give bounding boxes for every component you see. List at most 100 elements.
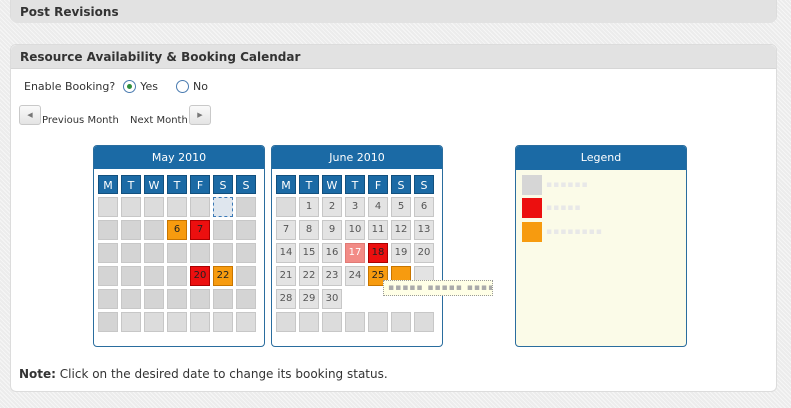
day-cell[interactable]: 16 (322, 243, 342, 263)
day-cell[interactable]: 11 (368, 220, 388, 240)
day-cell[interactable]: 19 (391, 243, 411, 263)
day-cell[interactable] (236, 197, 256, 217)
day-cell[interactable]: 30 (322, 289, 342, 309)
enable-booking-yes-label[interactable]: Yes (140, 80, 158, 93)
weekday-tue: T (299, 175, 319, 194)
day-cell[interactable] (236, 243, 256, 263)
day-cell[interactable] (98, 220, 118, 240)
day-cell[interactable]: 20 (414, 243, 434, 263)
day-cell[interactable]: 14 (276, 243, 296, 263)
day-cell[interactable] (213, 243, 233, 263)
day-cell[interactable] (144, 266, 164, 286)
day-cell[interactable]: 9 (322, 220, 342, 240)
day-cell[interactable] (322, 312, 342, 332)
day-cell[interactable]: 21 (276, 266, 296, 286)
enable-booking-no-label[interactable]: No (193, 80, 208, 93)
enable-booking-yes-radio[interactable] (123, 79, 137, 93)
day-cell[interactable] (144, 243, 164, 263)
day-cell[interactable]: 22 (213, 266, 233, 286)
day-cell[interactable]: 4 (368, 197, 388, 217)
day-cell[interactable] (167, 243, 187, 263)
day-cell[interactable]: 8 (299, 220, 319, 240)
day-cell[interactable] (236, 220, 256, 240)
day-cell[interactable] (190, 312, 210, 332)
day-cell[interactable] (144, 197, 164, 217)
previous-month-button[interactable]: ◀ (19, 105, 41, 125)
day-cell[interactable] (236, 312, 256, 332)
calendar-month-title: June 2010 (272, 146, 442, 169)
day-cell[interactable] (144, 220, 164, 240)
day-cell[interactable] (167, 266, 187, 286)
day-cell[interactable] (121, 197, 141, 217)
day-cell[interactable]: 17 (345, 243, 365, 263)
day-cell[interactable] (98, 243, 118, 263)
day-cell[interactable] (121, 220, 141, 240)
day-cell[interactable] (414, 312, 434, 332)
day-cell[interactable] (167, 312, 187, 332)
legend-swatch-available (522, 175, 542, 195)
legend-label-booked: ▪▪▪▪▪ (546, 203, 582, 213)
day-cell[interactable] (121, 243, 141, 263)
day-cell[interactable]: 23 (322, 266, 342, 286)
weekday-wed: W (144, 175, 164, 194)
day-cell[interactable]: 24 (345, 266, 365, 286)
day-cell[interactable] (236, 289, 256, 309)
enable-booking-no-radio[interactable] (175, 79, 189, 93)
day-cell[interactable]: 3 (345, 197, 365, 217)
day-cell[interactable] (190, 243, 210, 263)
note-label: Note: (19, 367, 56, 381)
calendar-may-2010: May 2010 M T W T F S S 6 7 20 22 (93, 145, 265, 347)
day-cell[interactable] (144, 312, 164, 332)
day-cell[interactable]: 18 (368, 243, 388, 263)
day-cell[interactable] (345, 312, 365, 332)
day-cell[interactable] (144, 289, 164, 309)
day-cell[interactable]: 28 (276, 289, 296, 309)
day-cell[interactable] (98, 266, 118, 286)
day-cell[interactable]: 7 (190, 220, 210, 240)
day-cell[interactable]: 6 (167, 220, 187, 240)
day-cell[interactable]: 7 (276, 220, 296, 240)
day-cell[interactable] (299, 312, 319, 332)
day-cell[interactable]: 12 (391, 220, 411, 240)
weekday-header-row: M T W T F S S (276, 175, 438, 194)
booking-panel-title[interactable]: Resource Availability & Booking Calendar (11, 45, 776, 69)
day-cell[interactable] (190, 197, 210, 217)
day-cell[interactable] (213, 220, 233, 240)
calendar-month-title: May 2010 (94, 146, 264, 169)
weekday-thu: T (167, 175, 187, 194)
weekday-fri: F (368, 175, 388, 194)
day-cell[interactable] (213, 289, 233, 309)
day-cell[interactable] (167, 197, 187, 217)
day-cell[interactable]: 2 (322, 197, 342, 217)
day-cell[interactable]: 5 (391, 197, 411, 217)
next-month-button[interactable]: ▶ (189, 105, 211, 125)
day-cell[interactable]: 15 (299, 243, 319, 263)
day-cell[interactable] (213, 312, 233, 332)
day-cell[interactable]: 22 (299, 266, 319, 286)
day-cell[interactable] (368, 312, 388, 332)
day-cell[interactable]: 13 (414, 220, 434, 240)
day-cell[interactable] (121, 312, 141, 332)
post-revisions-title[interactable]: Post Revisions (11, 0, 776, 23)
day-cell[interactable] (391, 312, 411, 332)
day-cell[interactable] (236, 266, 256, 286)
next-month-label[interactable]: Next Month (130, 115, 188, 126)
previous-month-label[interactable]: Previous Month (42, 115, 119, 126)
day-cell[interactable]: 6 (414, 197, 434, 217)
day-cell[interactable] (121, 266, 141, 286)
day-cell[interactable] (167, 289, 187, 309)
day-cell[interactable] (190, 289, 210, 309)
day-cell[interactable]: 10 (345, 220, 365, 240)
day-cell[interactable]: 29 (299, 289, 319, 309)
day-cell[interactable]: 20 (190, 266, 210, 286)
day-cell[interactable] (276, 312, 296, 332)
day-cell[interactable] (98, 312, 118, 332)
day-cell[interactable] (276, 197, 296, 217)
day-cell[interactable] (98, 289, 118, 309)
weekday-sun: S (414, 175, 434, 194)
day-cell[interactable]: 1 (299, 197, 319, 217)
day-cell[interactable] (98, 197, 118, 217)
empty-day-cell (345, 289, 365, 309)
day-cell[interactable] (121, 289, 141, 309)
day-cell[interactable] (213, 197, 233, 217)
